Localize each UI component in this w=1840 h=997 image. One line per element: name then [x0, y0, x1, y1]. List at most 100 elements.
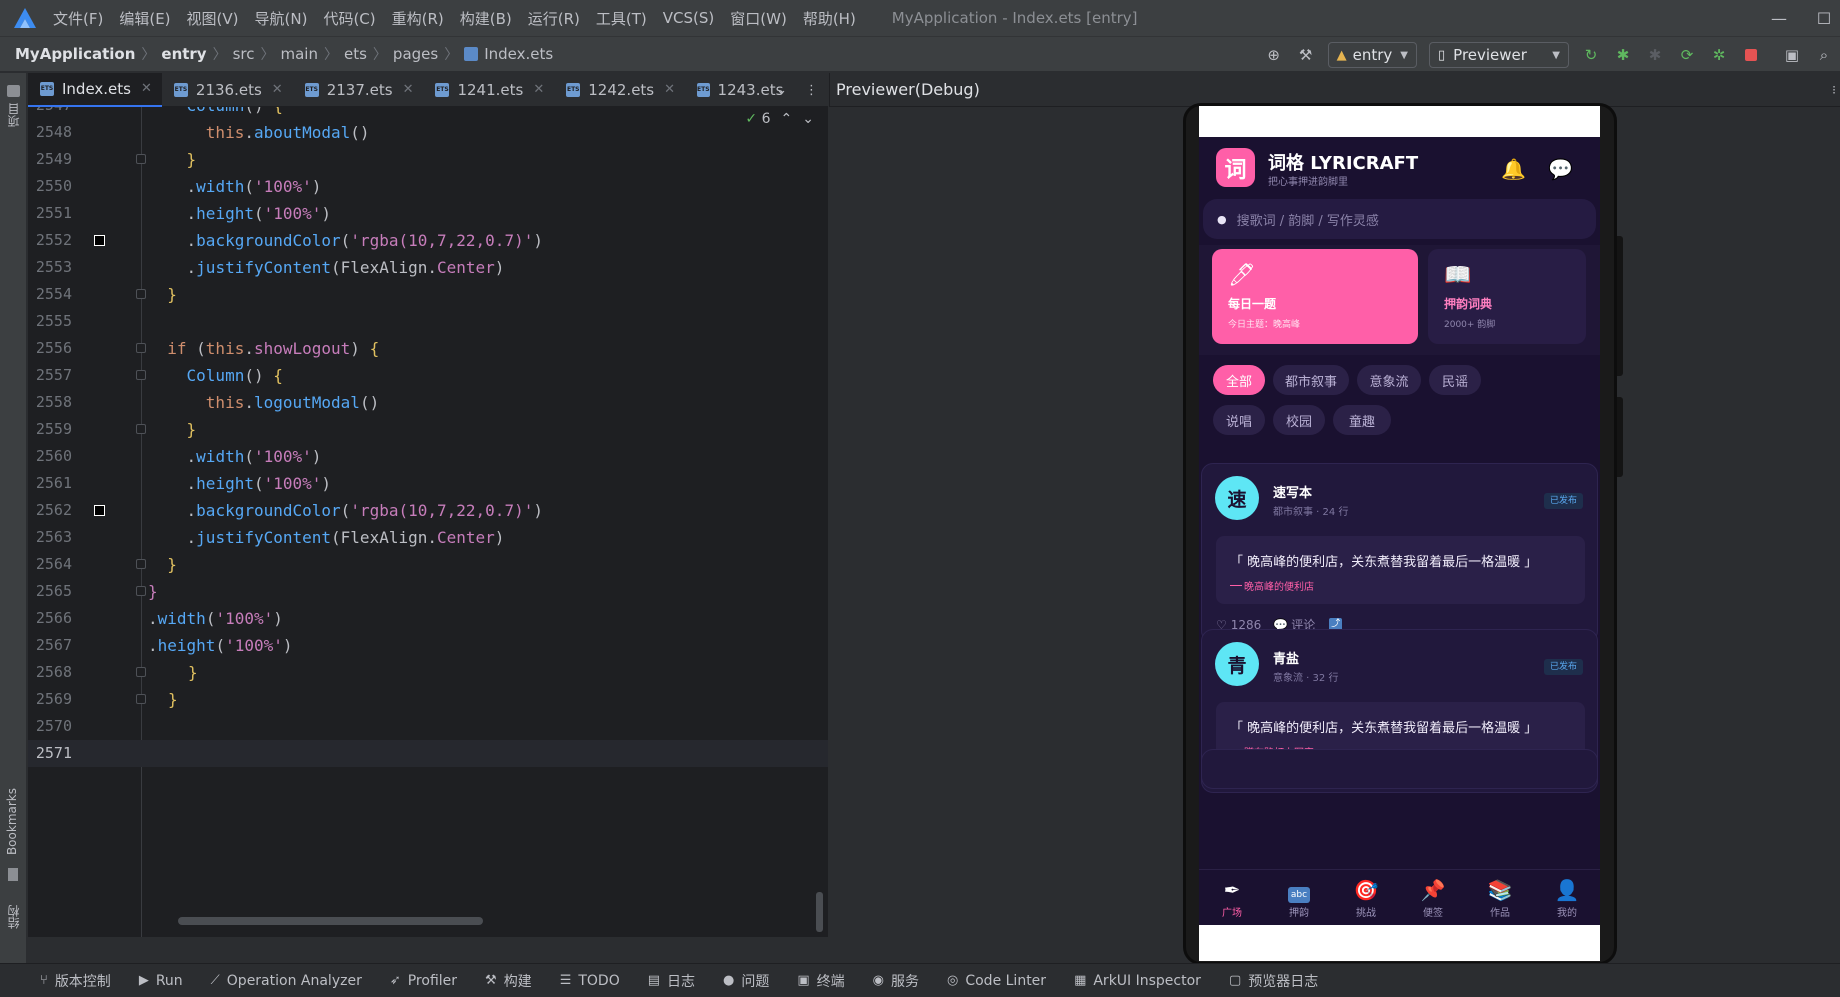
inspection-widget[interactable]: ✓ 6 ⌃ ⌄	[745, 111, 814, 127]
chip-imagery[interactable]: 意象流	[1357, 365, 1421, 395]
code-editor[interactable]: 2547 Column() { 2548 this.aboutModal() 2…	[28, 107, 828, 937]
breadcrumb-ets[interactable]: ets	[344, 45, 367, 63]
chip-folk[interactable]: 民谣	[1429, 365, 1481, 395]
chip-childlike[interactable]: 童趣	[1333, 405, 1391, 435]
folder-icon[interactable]	[7, 85, 20, 97]
post-card-partial[interactable]	[1201, 749, 1598, 789]
structure-tool-tab[interactable]: 结构	[5, 905, 22, 929]
fold-marker[interactable]	[136, 667, 146, 677]
menu-file[interactable]: 文件(F)	[53, 8, 103, 29]
device-manager-icon[interactable]: ▣	[1781, 44, 1803, 66]
tabbar-item-square[interactable]: ✒ 广场	[1199, 870, 1265, 925]
close-icon[interactable]: ✕	[664, 82, 675, 97]
vertical-scrollbar[interactable]	[816, 892, 823, 932]
post-card[interactable]: 速 速写本 都市叙事 · 24 行 已发布 「 晚高峰的便利店，关东煮替我留着最…	[1201, 463, 1598, 643]
project-tool-tab[interactable]: 项目	[5, 103, 22, 127]
menu-view[interactable]: 视图(V)	[187, 8, 239, 29]
fold-marker[interactable]	[136, 586, 146, 596]
fold-marker[interactable]	[136, 370, 146, 380]
bookmark-icon[interactable]	[8, 868, 18, 881]
tab-index-ets[interactable]: ETS Index.ets ✕	[28, 72, 162, 107]
chip-campus[interactable]: 校园	[1273, 405, 1325, 435]
bell-icon[interactable]: 🔔	[1501, 157, 1526, 181]
menu-edit[interactable]: 编辑(E)	[119, 8, 170, 29]
tool-build[interactable]: ⚒ 构建	[485, 971, 532, 991]
breadcrumb-file[interactable]: Index.ets	[484, 45, 553, 63]
tool-previewer-log[interactable]: ▢ 预览器日志	[1229, 971, 1318, 991]
stop-icon[interactable]	[1740, 44, 1762, 66]
chevron-down-icon[interactable]: ⌄	[802, 111, 814, 127]
breadcrumb-module[interactable]: entry	[161, 45, 206, 63]
breadcrumb-project[interactable]: MyApplication	[15, 45, 135, 63]
menu-code[interactable]: 代码(C)	[323, 8, 375, 29]
device-select[interactable]: ▯ Previewer ▼	[1429, 42, 1569, 68]
tool-problems[interactable]: ● 问题	[723, 971, 769, 991]
tab-2137-ets[interactable]: ETS 2137.ets ✕	[293, 73, 424, 107]
color-swatch-icon[interactable]	[94, 505, 105, 516]
tool-operation-analyzer[interactable]: ⟋ Operation Analyzer	[211, 973, 362, 989]
tab-2136-ets[interactable]: ETS 2136.ets ✕	[162, 73, 293, 107]
tab-1242-ets[interactable]: ETS 1242.ets ✕	[554, 73, 685, 107]
tool-terminal[interactable]: ▣ 终端	[797, 971, 844, 991]
chip-rap[interactable]: 说唱	[1213, 405, 1265, 435]
tool-run[interactable]: ▶ Run	[139, 973, 183, 989]
tabbar-item-challenge[interactable]: 🎯 挑战	[1333, 870, 1399, 925]
search-icon[interactable]: ⌕	[1813, 44, 1835, 66]
menu-tools[interactable]: 工具(T)	[596, 8, 647, 29]
fold-marker[interactable]	[136, 343, 146, 353]
tabbar-item-me[interactable]: 👤 我的	[1534, 870, 1600, 925]
fold-marker[interactable]	[136, 424, 146, 434]
tool-code-linter[interactable]: ◎ Code Linter	[947, 973, 1046, 989]
tabbar-item-rhyme[interactable]: abc 押韵	[1266, 870, 1332, 925]
profile-icon[interactable]: ✲	[1708, 44, 1730, 66]
tool-version-control[interactable]: ⑂ 版本控制	[40, 971, 111, 991]
close-icon[interactable]: ✕	[533, 82, 544, 97]
close-icon[interactable]: ✕	[272, 82, 283, 97]
debug-icon[interactable]: ✱	[1612, 44, 1634, 66]
tabbar-item-notes[interactable]: 📌 便签	[1400, 870, 1466, 925]
breadcrumb-main[interactable]: main	[281, 45, 318, 63]
run-icon[interactable]: ↻	[1580, 44, 1602, 66]
breadcrumb-src[interactable]: src	[233, 45, 255, 63]
search-bar[interactable]: ● 搜歌词 / 韵脚 / 写作灵感	[1203, 199, 1596, 239]
chip-urban[interactable]: 都市叙事	[1273, 365, 1349, 395]
menu-run[interactable]: 运行(R)	[528, 8, 580, 29]
apply-changes-icon[interactable]: ⟳	[1676, 44, 1698, 66]
fold-marker[interactable]	[136, 694, 146, 704]
tool-profiler[interactable]: ➶ Profiler	[390, 973, 457, 989]
tabbar-item-works[interactable]: 📚 作品	[1467, 870, 1533, 925]
rhyme-dictionary-card[interactable]: 📖 押韵词典 2000+ 韵脚	[1428, 249, 1586, 344]
tool-todo[interactable]: ☰ TODO	[560, 973, 620, 989]
hammer-icon[interactable]: ⚒	[1295, 44, 1317, 66]
module-select[interactable]: ▲ entry ▼	[1327, 42, 1417, 68]
horizontal-scrollbar[interactable]	[178, 917, 483, 925]
bookmarks-tool-tab[interactable]: Bookmarks	[5, 788, 19, 855]
chevron-down-icon[interactable]: ⌄	[776, 83, 787, 98]
previewer-menu-icon[interactable]: ⁝	[1832, 83, 1836, 97]
color-swatch-icon[interactable]	[94, 235, 105, 246]
tab-1241-ets[interactable]: ETS 1241.ets ✕	[423, 73, 554, 107]
fold-marker[interactable]	[136, 154, 146, 164]
menu-vcs[interactable]: VCS(S)	[663, 9, 714, 27]
menu-navigate[interactable]: 导航(N)	[255, 8, 308, 29]
maximize-icon[interactable]: ☐	[1808, 0, 1840, 36]
minimize-icon[interactable]: —	[1756, 0, 1802, 36]
attach-debugger-icon[interactable]: ✱	[1644, 44, 1666, 66]
menu-refactor[interactable]: 重构(R)	[392, 8, 444, 29]
tab-1243-ets[interactable]: ETS 1243.ets	[685, 73, 785, 107]
close-icon[interactable]: ✕	[141, 81, 152, 96]
daily-prompt-card[interactable]: 🖊 每日一题 今日主题：晚高峰	[1212, 249, 1418, 344]
close-icon[interactable]: ✕	[403, 82, 414, 97]
chip-all[interactable]: 全部	[1213, 365, 1265, 395]
tool-arkui-inspector[interactable]: ▦ ArkUI Inspector	[1074, 973, 1201, 989]
tool-log[interactable]: ▤ 日志	[648, 971, 695, 991]
fold-marker[interactable]	[136, 289, 146, 299]
fold-marker[interactable]	[136, 559, 146, 569]
tool-services[interactable]: ◉ 服务	[873, 971, 919, 991]
menu-help[interactable]: 帮助(H)	[803, 8, 856, 29]
target-icon[interactable]: ⊕	[1263, 44, 1285, 66]
menu-build[interactable]: 构建(B)	[460, 8, 512, 29]
chevron-up-icon[interactable]: ⌃	[781, 111, 793, 127]
more-vert-icon[interactable]: ⋮	[805, 83, 818, 98]
breadcrumb-pages[interactable]: pages	[393, 45, 438, 63]
